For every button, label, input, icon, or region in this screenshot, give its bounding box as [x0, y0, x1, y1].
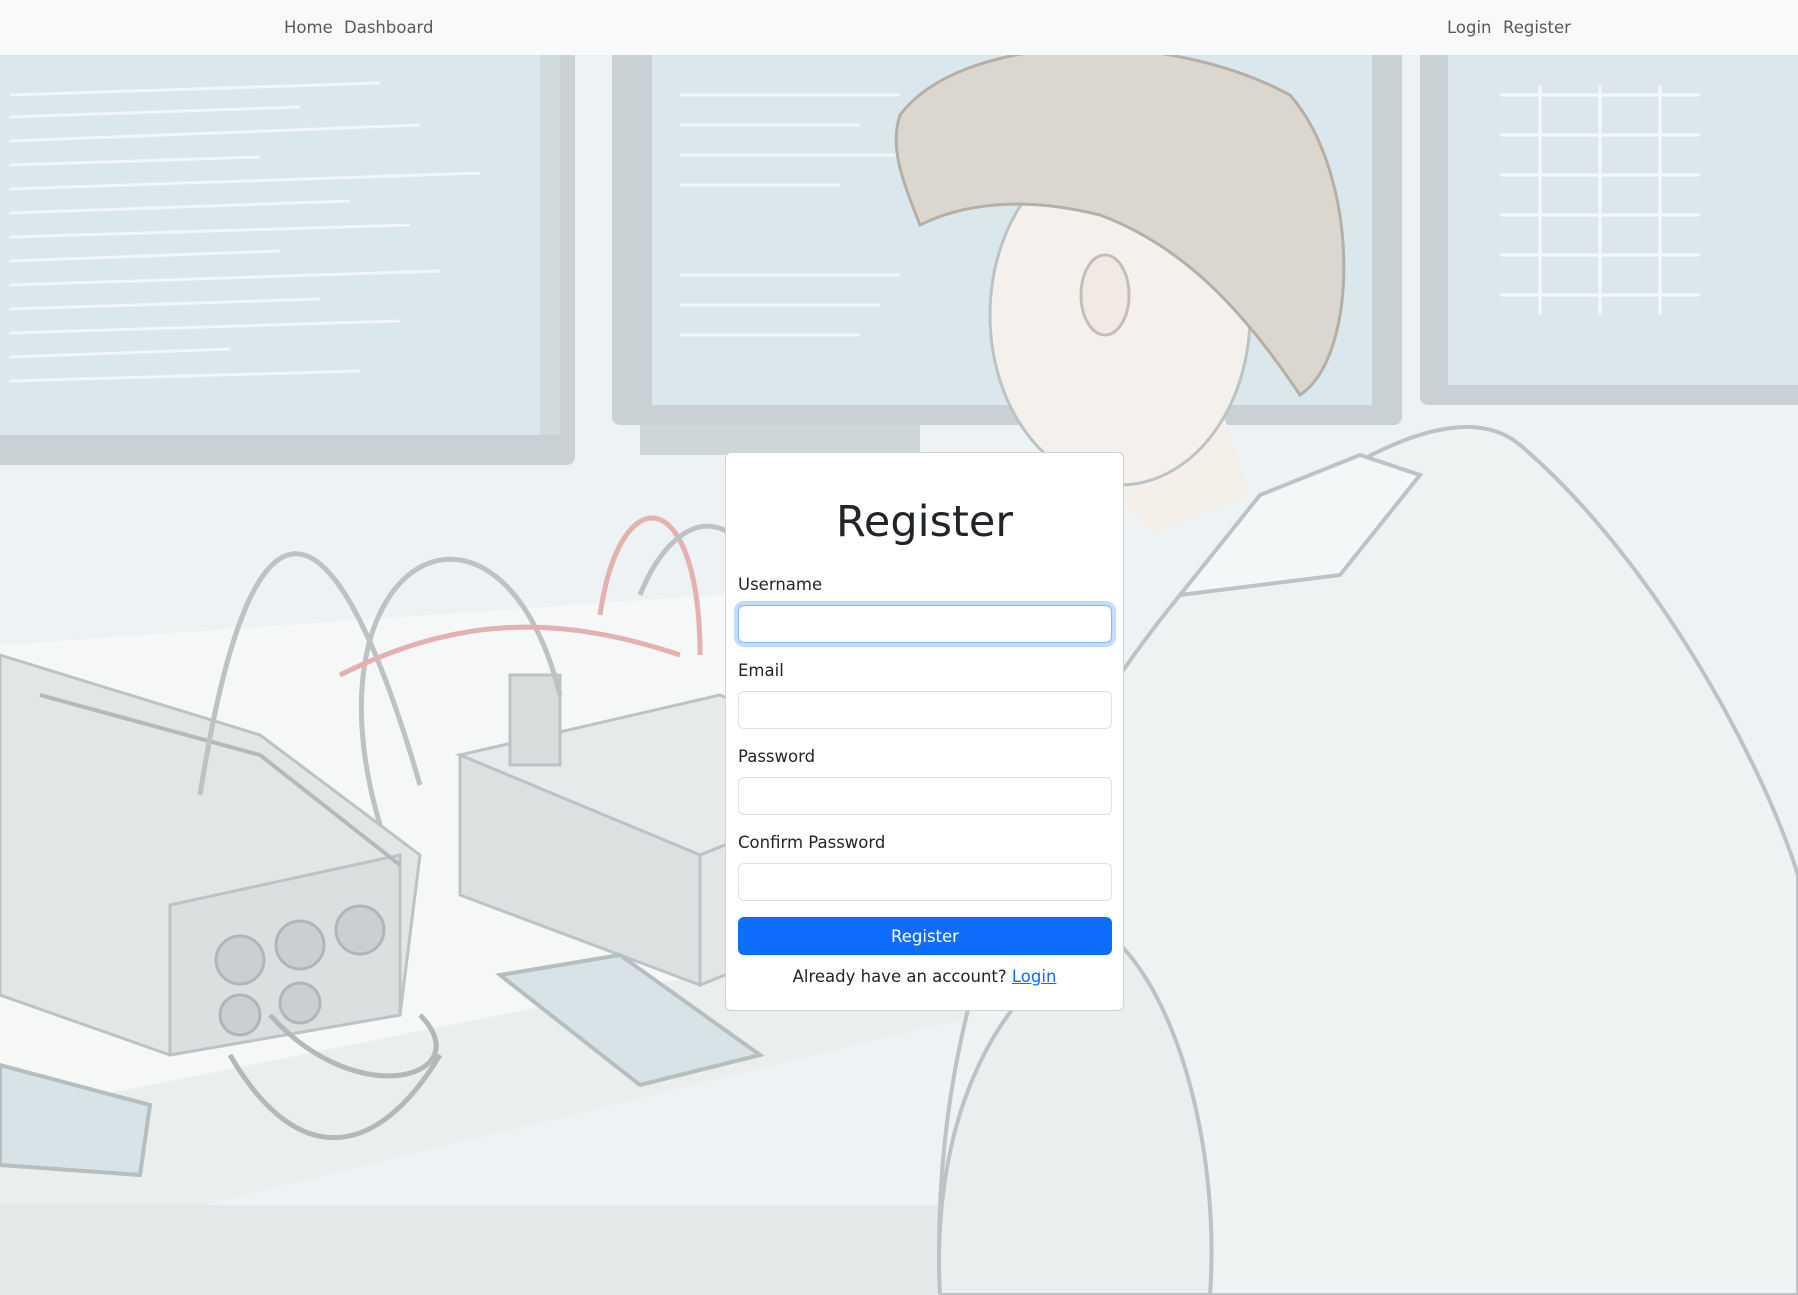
- nav-link-dashboard[interactable]: Dashboard: [344, 0, 434, 55]
- nav-link-home[interactable]: Home: [284, 0, 333, 55]
- password-field[interactable]: [738, 777, 1112, 815]
- username-field[interactable]: [738, 605, 1112, 643]
- nav-link-register[interactable]: Register: [1503, 0, 1571, 55]
- email-field[interactable]: [738, 691, 1112, 729]
- email-label: Email: [738, 661, 784, 680]
- confirm-password-field[interactable]: [738, 863, 1112, 901]
- navbar: Home Dashboard Login Register: [0, 0, 1798, 55]
- password-label: Password: [738, 747, 816, 766]
- register-button[interactable]: Register: [738, 917, 1112, 955]
- login-prompt: Already have an account? Login: [726, 967, 1123, 986]
- confirm-password-label: Confirm Password: [738, 833, 886, 852]
- login-link[interactable]: Login: [1012, 967, 1057, 986]
- login-prompt-text: Already have an account?: [792, 967, 1007, 986]
- nav-link-login[interactable]: Login: [1447, 0, 1492, 55]
- register-card: Register Username Email Password Confirm…: [725, 452, 1124, 1011]
- username-label: Username: [738, 575, 823, 594]
- page-title: Register: [835, 497, 1014, 547]
